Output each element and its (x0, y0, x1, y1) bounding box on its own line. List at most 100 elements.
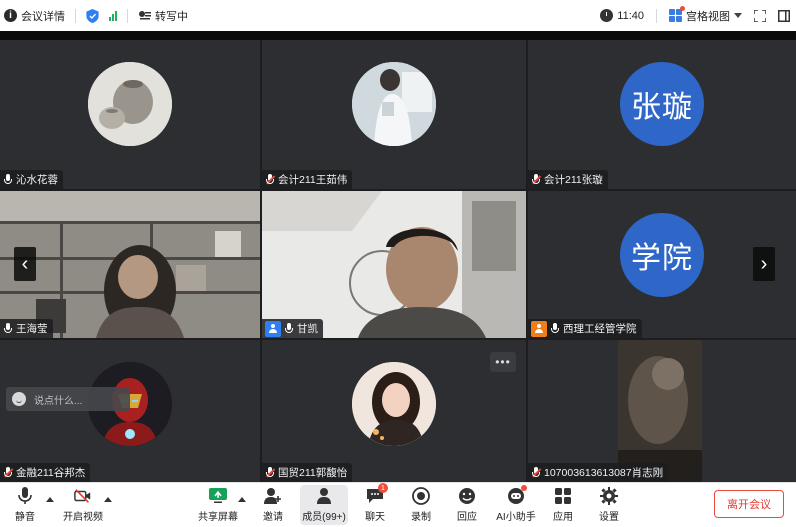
next-page-button[interactable]: › (753, 247, 775, 281)
react-label: 回应 (457, 512, 477, 523)
shield-icon[interactable] (86, 8, 99, 23)
mic-muted-icon (265, 173, 275, 186)
react-icon (458, 487, 476, 505)
invite-button[interactable]: 邀请 (250, 485, 296, 525)
info-icon: i (4, 9, 17, 22)
fullscreen-icon[interactable] (754, 9, 766, 22)
chevron-left-icon: ‹ (21, 252, 29, 275)
ai-assistant-button[interactable]: AI小助手 (490, 485, 542, 525)
participant-name-bar: 金融211谷邦杰 (0, 463, 91, 482)
participant-tile[interactable]: 会计211王茹伟 (262, 40, 526, 189)
microphone-icon (16, 487, 34, 505)
video-off-icon (74, 487, 92, 505)
meeting-window: i 会议详情 转写中 11:40 宫格视图 沁水花蓉 会计211王茹伟 张璇 会… (0, 0, 796, 527)
time-label: 11:40 (617, 9, 644, 22)
react-button[interactable]: 回应 (444, 485, 490, 525)
participant-name-bar: 会计211张璇 (528, 170, 608, 189)
header-separator (0, 31, 796, 40)
view-mode-dropdown[interactable]: 宫格视图 (669, 6, 742, 24)
settings-label: 设置 (599, 512, 619, 523)
previous-page-button[interactable]: ‹ (14, 247, 36, 281)
video-grid: 沁水花蓉 会计211王茹伟 张璇 会计211张璇 王海莹 甘凯 学院 西理工经管… (0, 40, 796, 482)
participant-tile[interactable]: ••• 国贸211郭馥怡 (262, 340, 526, 482)
mute-label: 静音 (15, 512, 35, 523)
participant-name: 107003613613087肖志刚 (544, 467, 664, 479)
meeting-time: 11:40 (600, 9, 644, 22)
participant-name: 甘凯 (297, 323, 318, 335)
mic-muted-icon (265, 466, 275, 479)
chat-placeholder: 说点什么... (34, 395, 83, 407)
chat-button[interactable]: 1 聊天 (352, 483, 398, 525)
participant-tile[interactable]: 张璇 会计211张璇 (528, 40, 796, 189)
participant-name: 西理工经管学院 (563, 323, 637, 335)
emoji-icon[interactable] (12, 392, 26, 406)
mic-muted-icon (531, 466, 541, 479)
apps-button[interactable]: 应用 (540, 485, 586, 525)
mic-muted-icon (531, 173, 541, 186)
mute-options-chevron-up-icon[interactable] (46, 497, 54, 502)
record-button[interactable]: 录制 (398, 485, 444, 525)
participant-name: 王海莹 (16, 323, 48, 335)
signal-icon[interactable] (109, 10, 117, 21)
add-user-icon (264, 487, 282, 505)
participant-tile[interactable]: 王海莹 (0, 191, 260, 338)
more-options-button[interactable]: ••• (490, 352, 516, 372)
divider (656, 8, 657, 23)
share-options-chevron-up-icon[interactable] (238, 497, 246, 502)
mic-icon (284, 322, 294, 335)
avatar (88, 62, 172, 146)
active-speaker-tile[interactable]: 甘凯 (262, 191, 526, 338)
participant-video (0, 191, 260, 338)
sidebar-toggle-icon[interactable] (778, 9, 790, 22)
participant-name-bar: 会计211王茹伟 (262, 170, 353, 189)
avatar: 张璇 (620, 62, 704, 146)
participant-name-bar: 西理工经管学院 (528, 319, 642, 338)
avatar (352, 62, 436, 146)
divider (75, 8, 76, 23)
mute-button[interactable]: 静音 (2, 485, 48, 525)
participant-name-bar: 王海莹 (0, 319, 53, 338)
mic-icon (3, 322, 13, 335)
transcribe-icon (139, 10, 151, 19)
chevron-down-icon (734, 13, 742, 18)
start-video-button[interactable]: 开启视频 (60, 485, 106, 525)
share-screen-button[interactable]: 共享屏幕 (194, 485, 242, 525)
record-icon (412, 487, 430, 505)
apps-icon (554, 487, 572, 505)
quick-chat-input[interactable]: 说点什么... (6, 387, 130, 411)
mic-icon (550, 322, 560, 335)
members-icon (315, 487, 333, 505)
ai-assistant-label: AI小助手 (496, 512, 536, 523)
participant-tile[interactable]: 107003613613087肖志刚 (528, 340, 796, 482)
transcribe-status[interactable]: 转写中 (138, 8, 188, 24)
chat-label: 聊天 (365, 512, 385, 523)
chat-unread-badge: 1 (378, 483, 388, 493)
gear-icon (600, 487, 618, 505)
participant-name-bar: 国贸211郭馥怡 (262, 463, 353, 482)
grid-view-icon (669, 6, 685, 22)
meeting-info-button[interactable]: i 会议详情 (4, 8, 65, 24)
leave-meeting-button[interactable]: 离开会议 (714, 490, 784, 518)
meeting-info-label: 会议详情 (21, 10, 65, 23)
participant-name-bar: 甘凯 (262, 319, 323, 338)
view-mode-label: 宫格视图 (686, 10, 730, 23)
participant-name: 沁水花蓉 (16, 174, 58, 186)
apps-label: 应用 (553, 512, 573, 523)
members-button[interactable]: 成员(99+) (300, 485, 348, 525)
participant-video (618, 340, 702, 482)
participant-tile[interactable]: 金融211谷邦杰 (0, 340, 260, 482)
video-options-chevron-up-icon[interactable] (104, 497, 112, 502)
participant-video (262, 191, 526, 338)
participant-name: 国贸211郭馥怡 (278, 467, 348, 479)
chevron-right-icon: › (760, 252, 768, 275)
participant-tile[interactable]: 沁水花蓉 (0, 40, 260, 189)
record-label: 录制 (411, 512, 431, 523)
participant-name-bar: 沁水花蓉 (0, 170, 63, 189)
participant-name: 金融211谷邦杰 (16, 467, 86, 479)
invite-label: 邀请 (263, 512, 283, 523)
participant-name-bar: 107003613613087肖志刚 (528, 463, 669, 482)
share-screen-label: 共享屏幕 (198, 512, 238, 523)
settings-button[interactable]: 设置 (586, 485, 632, 525)
avatar: 学院 (620, 213, 704, 297)
clock-icon (600, 9, 614, 22)
